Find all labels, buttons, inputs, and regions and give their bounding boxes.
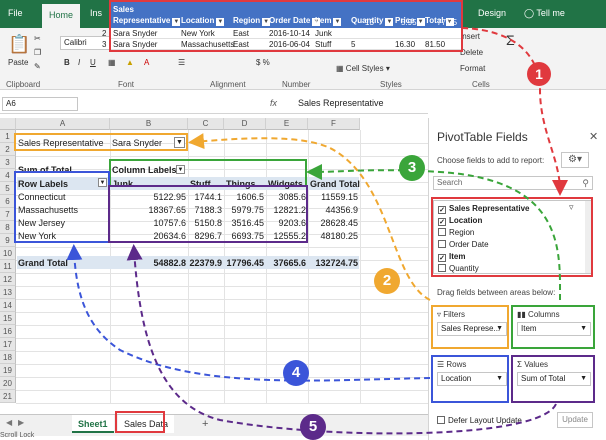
purple-values-box xyxy=(108,185,308,243)
callout-4: 4 xyxy=(283,360,309,386)
callout-5: 5 xyxy=(300,414,326,440)
blue-row-labels-box xyxy=(14,171,110,243)
purple-values-area-box xyxy=(511,355,595,403)
blue-rows-area-box xyxy=(431,355,509,403)
red-sales-tab-box xyxy=(115,411,165,433)
red-field-list-box xyxy=(431,197,593,277)
callout-3: 3 xyxy=(399,155,425,181)
green-columns-area-box xyxy=(511,305,595,349)
green-column-labels-box xyxy=(109,159,307,187)
callout-1: 1 xyxy=(527,62,551,86)
orange-filter-box xyxy=(14,133,188,151)
orange-filters-area-box xyxy=(431,305,509,349)
callout-2: 2 xyxy=(374,268,400,294)
red-highlight-box xyxy=(109,0,463,52)
